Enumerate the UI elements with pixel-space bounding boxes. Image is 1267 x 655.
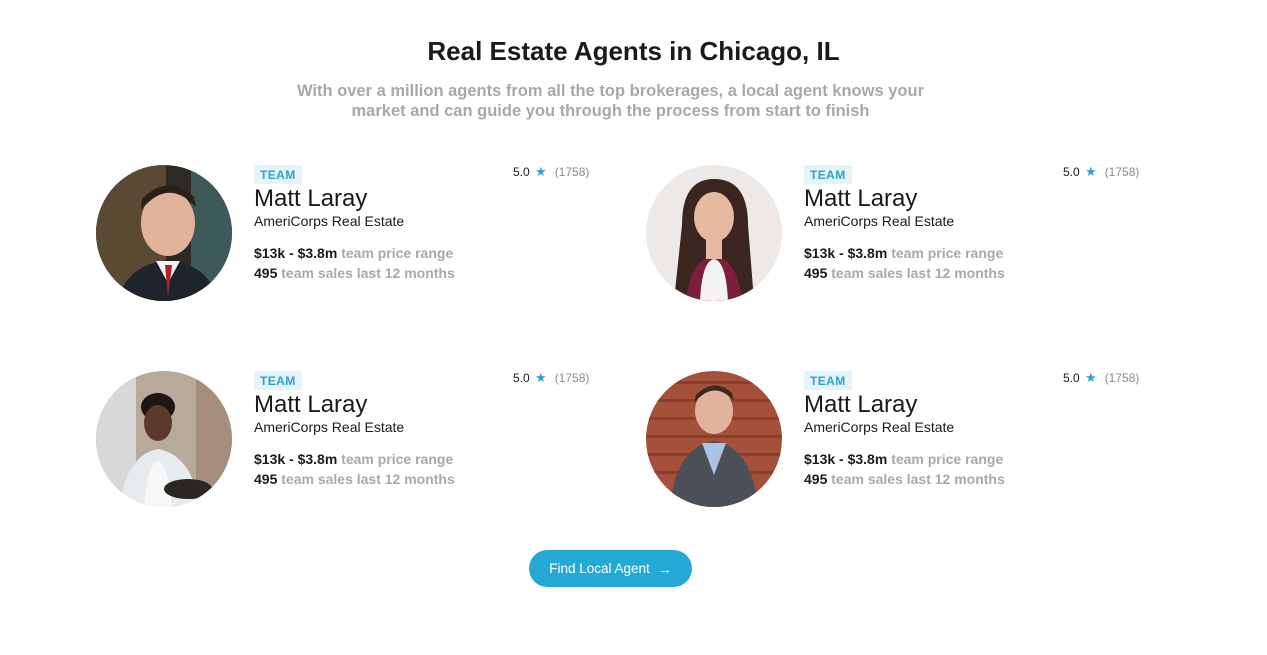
team-badge: TEAM: [254, 165, 302, 184]
arrow-right-icon: →: [657, 560, 672, 577]
star-icon: ★: [535, 370, 547, 385]
agent-rating: 5.0 ★ (1758): [1063, 164, 1140, 179]
agent-photo[interactable]: [96, 371, 232, 507]
review-count: (1758): [554, 165, 590, 179]
agent-photo[interactable]: [96, 165, 232, 301]
agent-name[interactable]: Matt Laray: [804, 391, 917, 419]
price-range: $13k - $3.8m team price range: [804, 245, 1004, 261]
team-badge: TEAM: [804, 371, 852, 390]
price-range: $13k - $3.8m team price range: [254, 245, 454, 261]
agent-rating: 5.0 ★ (1758): [513, 370, 590, 385]
sales-stat: 495 team sales last 12 months: [254, 471, 455, 487]
page-title: Real Estate Agents in Chicago, IL: [427, 36, 840, 66]
team-badge: TEAM: [804, 165, 852, 184]
agent-photo[interactable]: [646, 165, 782, 301]
agent-card[interactable]: TEAM 5.0 ★ (1758) Matt Laray AmeriCorps R…: [646, 164, 1146, 305]
agent-company: AmeriCorps Real Estate: [254, 419, 405, 435]
agent-company: AmeriCorps Real Estate: [804, 419, 955, 435]
agent-card[interactable]: TEAM 5.0 ★ (1758) Matt Laray AmeriCorps R…: [96, 370, 596, 511]
agent-company: AmeriCorps Real Estate: [254, 213, 405, 229]
star-icon: ★: [535, 164, 547, 179]
agent-company: AmeriCorps Real Estate: [804, 213, 955, 229]
page-subtitle: With over a million agents from all the …: [297, 82, 924, 120]
review-count: (1758): [1104, 371, 1140, 385]
agent-name[interactable]: Matt Laray: [254, 391, 367, 419]
find-local-agent-label: Find Local Agent: [549, 561, 650, 576]
review-count: (1758): [1104, 165, 1140, 179]
price-range: $13k - $3.8m team price range: [804, 451, 1004, 467]
sales-stat: 495 team sales last 12 months: [254, 265, 455, 281]
review-count: (1758): [554, 371, 590, 385]
agent-rating: 5.0 ★ (1758): [513, 164, 590, 179]
agent-rating: 5.0 ★ (1758): [1063, 370, 1140, 385]
agent-card[interactable]: TEAM 5.0 ★ (1758) Matt Laray AmeriCorps R…: [646, 370, 1146, 511]
sales-stat: 495 team sales last 12 months: [804, 471, 1005, 487]
star-icon: ★: [1085, 164, 1097, 179]
price-range: $13k - $3.8m team price range: [254, 451, 454, 467]
agent-name[interactable]: Matt Laray: [804, 185, 917, 213]
agent-photo[interactable]: [646, 371, 782, 507]
team-badge: TEAM: [254, 371, 302, 390]
agent-name[interactable]: Matt Laray: [254, 185, 367, 213]
star-icon: ★: [1085, 370, 1097, 385]
agent-card[interactable]: TEAM 5.0 ★ (1758) Matt Laray AmeriCorps R…: [96, 164, 596, 305]
sales-stat: 495 team sales last 12 months: [804, 265, 1005, 281]
find-local-agent-button[interactable]: Find Local Agent →: [529, 550, 692, 587]
